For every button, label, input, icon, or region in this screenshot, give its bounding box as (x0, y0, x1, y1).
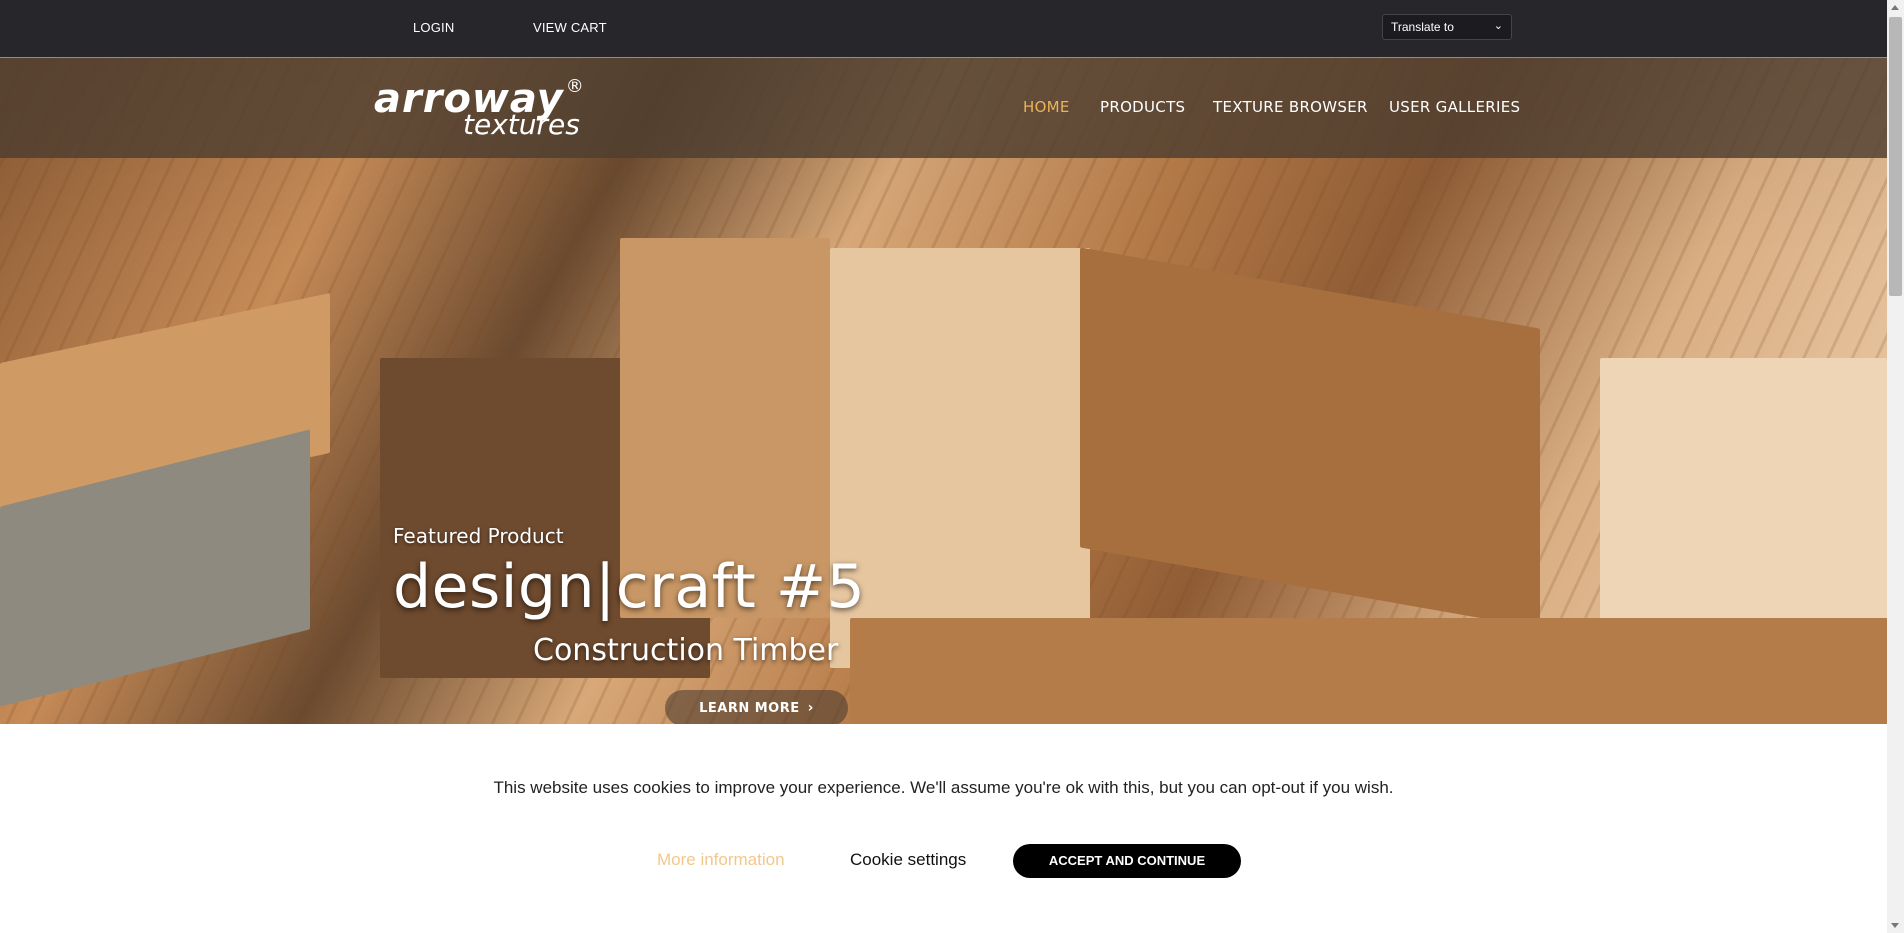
wood-plank-decoration (1080, 247, 1540, 629)
accept-and-continue-button[interactable]: ACCEPT AND CONTINUE (1013, 844, 1241, 878)
chevron-right-icon: › (807, 700, 814, 716)
wood-plank-decoration (830, 248, 1090, 668)
more-information-link[interactable]: More information (657, 850, 785, 870)
login-link[interactable]: LOGIN (413, 20, 454, 35)
scroll-up-icon[interactable] (1891, 5, 1899, 10)
logo-registered-mark: ® (565, 76, 585, 97)
product-title: design|craft #5 (393, 552, 866, 622)
nav-home[interactable]: HOME (1023, 98, 1070, 116)
nav-user-galleries[interactable]: USER GALLERIES (1389, 98, 1520, 116)
scroll-thumb[interactable] (1889, 17, 1902, 296)
page-scrollbar[interactable] (1887, 0, 1904, 933)
site-header: arroway ® textures HOME PRODUCTS TEXTURE … (0, 58, 1887, 158)
learn-more-label: LEARN MORE (699, 701, 800, 716)
scroll-down-icon[interactable] (1891, 923, 1899, 928)
logo-subtext: textures (463, 108, 580, 141)
hero-banner: arroway ® textures HOME PRODUCTS TEXTURE … (0, 58, 1887, 724)
learn-more-button[interactable]: LEARN MORE › (665, 690, 848, 724)
featured-label: Featured Product (393, 524, 564, 548)
view-cart-link[interactable]: VIEW CART (533, 20, 607, 35)
wood-plank-decoration (850, 618, 1887, 724)
chevron-down-icon: ⌄ (1493, 20, 1503, 32)
translate-select-label: Translate to (1391, 20, 1454, 34)
cookie-settings-link[interactable]: Cookie settings (850, 850, 966, 870)
nav-texture-browser[interactable]: TEXTURE BROWSER (1213, 98, 1368, 116)
cookie-banner: This website uses cookies to improve you… (0, 724, 1887, 933)
top-bar: LOGIN VIEW CART Translate to ⌄ (0, 0, 1887, 58)
translate-select[interactable]: Translate to ⌄ (1382, 14, 1512, 40)
cookie-message: This website uses cookies to improve you… (493, 778, 1394, 797)
product-subtitle: Construction Timber (533, 633, 839, 668)
nav-products[interactable]: PRODUCTS (1100, 98, 1185, 116)
